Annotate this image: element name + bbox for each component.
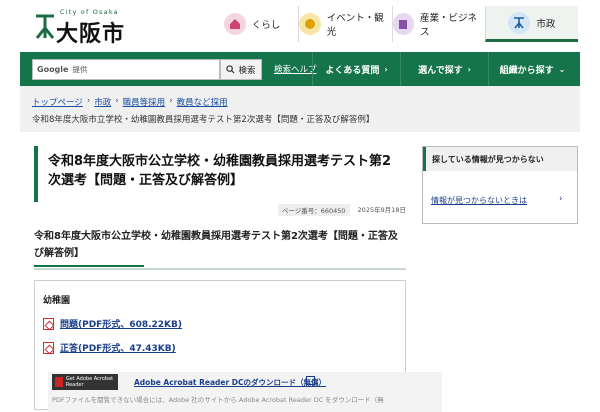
osaka-city-mark-icon — [35, 14, 55, 39]
acrobat-icon — [55, 377, 63, 387]
global-menu-bar: Google 提供 検索 検索ヘルプ よくある質問 › 選んで探す › 組織から… — [20, 52, 580, 86]
nav-kurashi[interactable]: くらし — [206, 6, 298, 42]
section-heading: 幼稚園 — [43, 296, 71, 306]
menu-faq[interactable]: よくある質問 › — [312, 52, 400, 86]
smile-icon — [299, 13, 321, 35]
page-number: ページ番号：660450 — [277, 204, 350, 216]
city-name-en: City of Osaka — [60, 8, 119, 16]
nav-label: イベント・観光 — [326, 13, 384, 38]
search-icon — [226, 65, 235, 74]
site-header: City of Osaka 大阪市 くらし イベント・観光 産業・ビジネス 市政 — [0, 0, 600, 50]
city-icon — [508, 11, 531, 34]
page-meta: ページ番号：660450 2025年9月18日 — [254, 204, 406, 216]
search-placeholder: 提供 — [72, 65, 88, 74]
section-title: 令和8年度大阪市公立学校・幼稚園教員採用選考テスト第2次選考【問題・正答及び解答… — [34, 228, 406, 270]
breadcrumb-top[interactable]: トップページ — [32, 96, 83, 108]
sidebox-link[interactable]: 情報が見つからないときは — [431, 195, 527, 206]
nav-business[interactable]: 産業・ビジネス — [391, 6, 485, 42]
breadcrumb-separator: › — [86, 96, 91, 106]
breadcrumb-current: 令和8年度大阪市立学校・幼稚園教員採用選考テスト第2次選考【問題・正答及び解答例… — [32, 115, 375, 125]
nav-event[interactable]: イベント・観光 — [298, 6, 391, 42]
external-link-icon — [306, 376, 315, 385]
breadcrumb-recruitment[interactable]: 職員等採用 — [123, 96, 166, 108]
file-link-answer[interactable]: 正答(PDF形式、47.43KB) — [60, 341, 176, 354]
building-icon — [392, 13, 414, 35]
file-item: 正答(PDF形式、47.43KB) — [43, 341, 176, 354]
green-menu: よくある質問 › 選んで探す › 組織から探す ⌄ — [312, 52, 576, 86]
chevron-right-icon: › — [467, 64, 471, 74]
osaka-logo[interactable]: City of Osaka 大阪市 — [34, 8, 144, 47]
search-button-label: 検索 — [238, 65, 256, 76]
menu-organization[interactable]: 組織から探す ⌄ — [488, 52, 576, 86]
page-title: 令和8年度大阪市公立学校・幼稚園教員採用選考テスト第2次選考【問題・正答及び解答… — [34, 146, 406, 202]
nav-label: 産業・ビジネス — [419, 13, 477, 38]
google-label: Google — [37, 65, 69, 74]
search-input[interactable]: Google 提供 — [32, 59, 220, 80]
menu-choose[interactable]: 選んで探す › — [400, 52, 488, 86]
chevron-right-icon: › — [559, 194, 563, 204]
house-icon — [223, 13, 246, 35]
search-button[interactable]: 検索 — [220, 59, 262, 80]
breadcrumb-links: トップページ › 市政 › 職員等採用 › 教員など採用 — [32, 96, 228, 108]
nav-label: くらし — [251, 20, 281, 31]
acrobat-notice: Get Adobe Acrobat Reader Adobe Acrobat R… — [48, 372, 442, 412]
breadcrumb-teacher[interactable]: 教員など採用 — [177, 96, 228, 108]
breadcrumb-separator: › — [169, 96, 173, 106]
chevron-down-icon: ⌄ — [558, 64, 566, 74]
help-sidebox: 探している情報が見つからない 情報が見つからないときは › — [422, 146, 578, 224]
acrobat-badge-label: Get Adobe Acrobat Reader — [65, 376, 114, 388]
section-title-underline — [34, 265, 144, 267]
acrobat-download-link[interactable]: Adobe Acrobat Reader DCのダウンロード（無償） — [134, 377, 326, 388]
nav-shisei[interactable]: 市政 — [484, 6, 578, 42]
file-item: 問題(PDF形式、608.22KB) — [43, 317, 182, 330]
pdf-icon — [43, 317, 54, 330]
acrobat-note: PDFファイルを閲覧できない場合には、Adobe 社のサイトから Adobe A… — [52, 396, 384, 404]
menu-label: 組織から探す — [499, 65, 554, 76]
chevron-right-icon: › — [384, 64, 388, 74]
nav-label: 市政 — [536, 18, 556, 30]
menu-label: 選んで探す — [418, 65, 463, 76]
breadcrumb: トップページ › 市政 › 職員等採用 › 教員など採用 令和8年度大阪市立学校… — [20, 86, 580, 132]
city-name-ja: 大阪市 — [56, 22, 126, 47]
menu-label: よくある質問 — [325, 65, 380, 76]
breadcrumb-separator: › — [115, 96, 119, 106]
top-navigation: くらし イベント・観光 産業・ビジネス 市政 — [206, 6, 578, 42]
search-help-link[interactable]: 検索ヘルプ — [274, 63, 317, 75]
sidebox-heading: 探している情報が見つからない — [423, 147, 577, 171]
breadcrumb-shisei[interactable]: 市政 — [94, 96, 111, 108]
publish-date: 2025年9月18日 — [357, 206, 406, 214]
acrobat-badge[interactable]: Get Adobe Acrobat Reader — [52, 374, 118, 390]
file-link-problem[interactable]: 問題(PDF形式、608.22KB) — [60, 317, 182, 330]
pdf-icon — [43, 341, 54, 354]
